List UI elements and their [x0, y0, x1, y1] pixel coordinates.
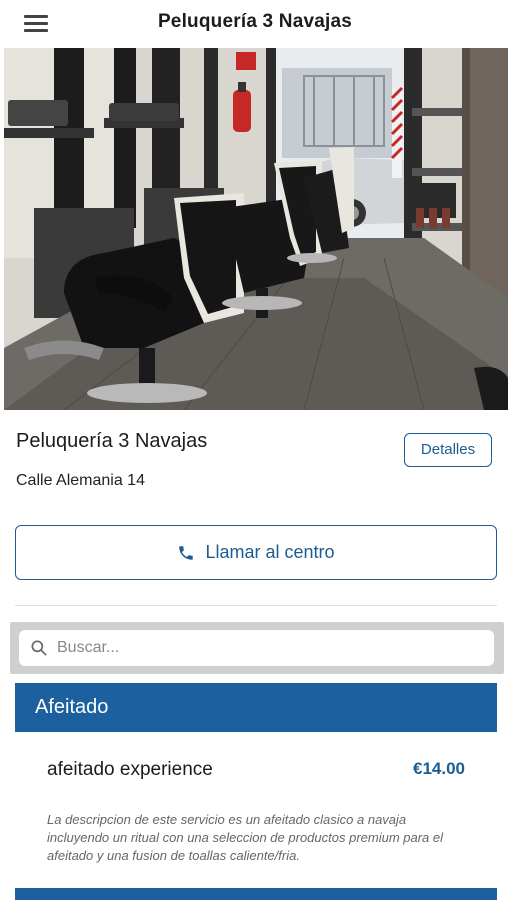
search-input[interactable]	[57, 639, 477, 657]
search-box[interactable]	[19, 630, 494, 666]
store-name: Peluquería 3 Navajas	[16, 430, 208, 452]
phone-icon	[179, 545, 194, 560]
search-icon	[31, 640, 47, 656]
call-center-button[interactable]: Llamar al centro	[15, 525, 497, 580]
salon-photo	[4, 48, 508, 410]
service-price: €14.00	[413, 759, 465, 778]
divider	[15, 605, 497, 606]
app-bar: Peluquería 3 Navajas	[0, 0, 510, 46]
next-category-header[interactable]	[15, 888, 497, 900]
service-name[interactable]: afeitado experience	[47, 759, 213, 781]
page-title: Peluquería 3 Navajas	[157, 11, 353, 32]
search-bar	[10, 622, 504, 674]
service-description: La descripcion de este servicio es un af…	[47, 812, 444, 863]
store-address: Calle Alemania 14	[16, 472, 145, 489]
details-button[interactable]: Detalles	[404, 433, 492, 467]
call-center-label: Llamar al centro	[205, 542, 335, 562]
category-header-afeitado[interactable]: Afeitado	[15, 683, 497, 732]
